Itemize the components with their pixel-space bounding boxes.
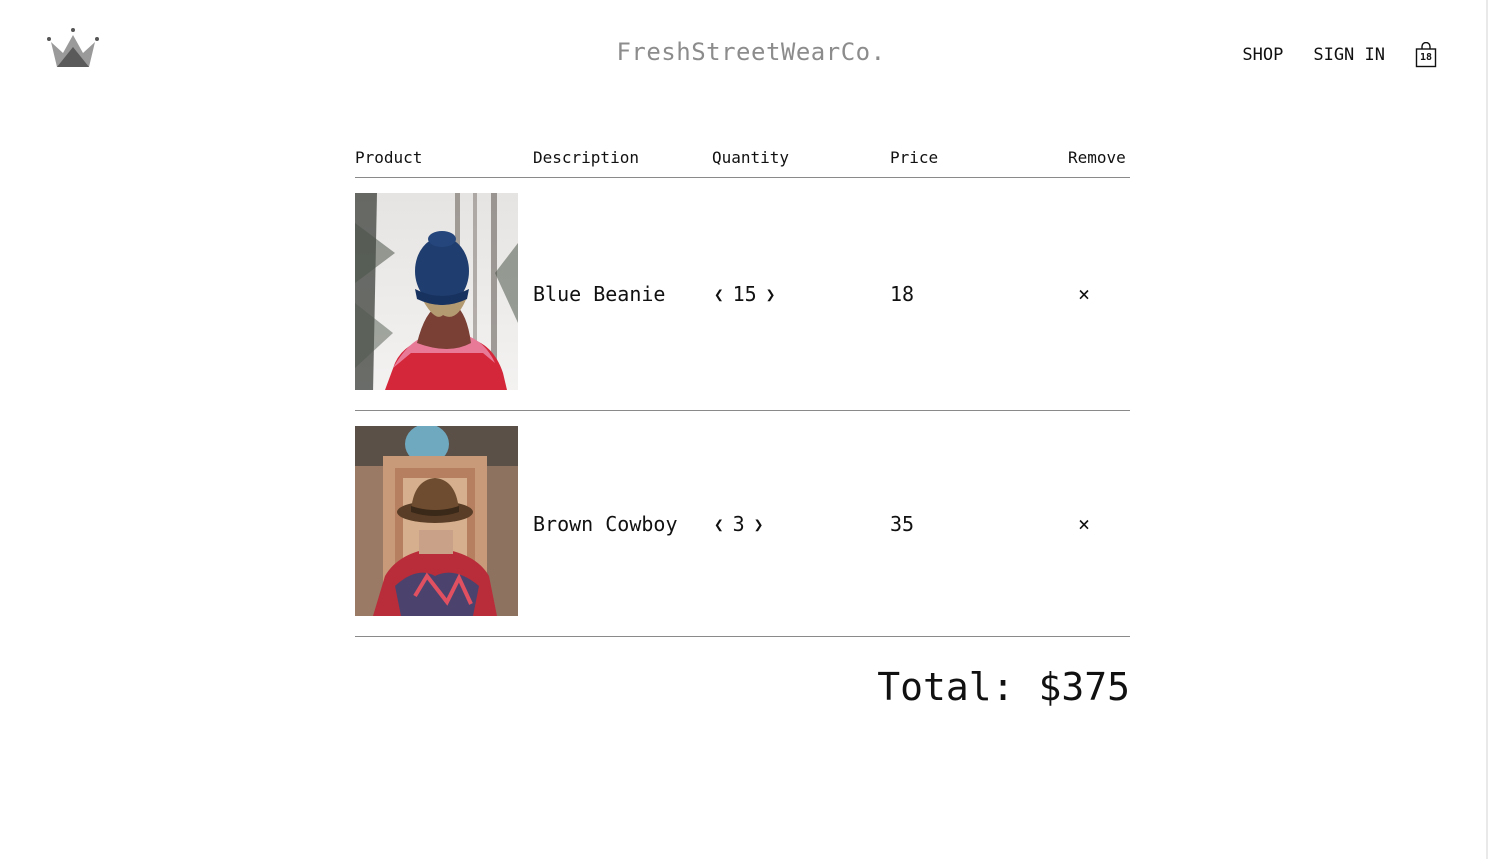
site-header: FreshStreetWearCo. SHOP SIGN IN 18 (0, 0, 1488, 105)
decrement-button[interactable]: ❮ (712, 515, 726, 534)
nav-shop-link[interactable]: SHOP (1242, 45, 1283, 65)
cart-button[interactable]: 18 (1415, 42, 1437, 68)
total-label: Total: (877, 665, 1015, 709)
header-price: Price (890, 148, 939, 167)
increment-button[interactable]: ❯ (764, 285, 778, 304)
product-image-blue-beanie (355, 193, 518, 390)
product-image-brown-cowboy (355, 426, 518, 616)
cart-total: Total: $375 (877, 665, 1130, 709)
table-row: Blue Beanie ❮ 15 ❯ 18 × (355, 178, 1130, 411)
item-price: 18 (890, 282, 915, 306)
header-product: Product (355, 148, 423, 167)
item-description: Brown Cowboy (533, 512, 678, 536)
quantity-stepper: ❮ 3 ❯ (712, 512, 765, 536)
cart-count-badge: 18 (1419, 52, 1433, 63)
cart-table: Product Description Quantity Price Remov… (355, 146, 1130, 637)
decrement-button[interactable]: ❮ (712, 285, 726, 304)
header-remove: Remove (1068, 148, 1126, 167)
quantity-stepper: ❮ 15 ❯ (712, 282, 777, 306)
item-description: Blue Beanie (533, 282, 666, 306)
quantity-value: 15 (732, 282, 757, 306)
quantity-value: 3 (732, 512, 745, 536)
remove-button[interactable]: × (1078, 512, 1090, 536)
total-amount: $375 (1038, 665, 1130, 709)
header-description: Description (533, 148, 639, 167)
top-nav: SHOP SIGN IN 18 (1242, 42, 1437, 68)
item-price: 35 (890, 512, 915, 536)
increment-button[interactable]: ❯ (752, 515, 766, 534)
remove-button[interactable]: × (1078, 282, 1090, 306)
header-quantity: Quantity (712, 148, 790, 167)
table-row: Brown Cowboy ❮ 3 ❯ 35 × (355, 411, 1130, 637)
table-header: Product Description Quantity Price Remov… (355, 146, 1130, 178)
nav-sign-in-link[interactable]: SIGN IN (1313, 45, 1385, 65)
